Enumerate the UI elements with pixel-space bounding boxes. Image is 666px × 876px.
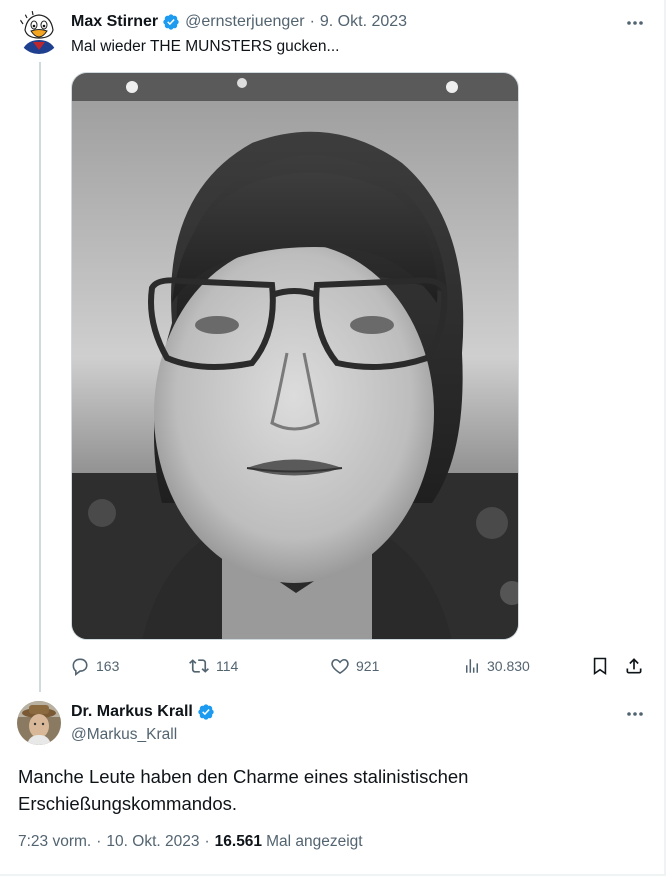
views-count: 30.830 — [487, 658, 530, 674]
thread-line — [39, 62, 41, 692]
tweet-date[interactable]: 9. Okt. 2023 — [320, 13, 407, 31]
share-icon — [626, 658, 642, 674]
man-with-hat-avatar — [17, 701, 61, 745]
retweet-icon — [189, 659, 209, 673]
cartoon-duck-avatar — [17, 10, 61, 54]
verified-badge-icon — [197, 703, 215, 721]
portrait-image — [72, 73, 518, 639]
bookmark-button[interactable] — [590, 652, 610, 680]
reply-button[interactable]: 163 — [70, 652, 119, 680]
separator-dot: · — [204, 833, 210, 850]
author-handle[interactable]: @ernsterjuenger — [185, 13, 304, 31]
bookmark-icon — [593, 657, 607, 676]
view-count: 16.561 — [214, 833, 263, 850]
separator-dot: · — [96, 833, 102, 850]
like-button[interactable]: 921 — [330, 652, 379, 680]
views-button[interactable]: 30.830 — [463, 652, 530, 680]
tweet-time[interactable]: 7:23 vorm. — [18, 833, 91, 851]
views-icon — [466, 659, 478, 673]
author-name[interactable]: Max Stirner — [71, 13, 158, 31]
tweet-text-line-1: Manche Leute haben den Charme eines stal… — [18, 766, 469, 787]
tweet-text: Mal wieder THE MUNSTERS gucken... — [71, 38, 340, 55]
more-icon[interactable] — [623, 13, 647, 33]
author-name[interactable]: Dr. Markus Krall — [71, 703, 193, 721]
retweet-count: 114 — [216, 658, 239, 674]
avatar[interactable] — [17, 10, 61, 54]
share-button[interactable] — [624, 652, 644, 680]
tweet-date[interactable]: 10. Okt. 2023 — [106, 833, 199, 851]
retweet-button[interactable]: 114 — [188, 652, 238, 680]
tweet-text: Manche Leute haben den Charme eines stal… — [18, 763, 618, 817]
reply-icon — [72, 658, 88, 676]
heart-icon — [331, 658, 349, 675]
reply-count: 163 — [96, 658, 120, 674]
separator-dot: · — [309, 13, 315, 30]
like-count: 921 — [356, 658, 380, 674]
tweet-meta: 7:23 vorm. · 10. Okt. 2023 · 16.561 Mal … — [18, 833, 363, 851]
view-count-label: Mal angezeigt — [266, 833, 363, 850]
tweet-actions: 163 114 921 30.830 — [70, 652, 650, 680]
author-handle[interactable]: @Markus_Krall — [71, 726, 177, 744]
verified-badge-icon — [162, 13, 180, 31]
tweet-text-line-2: Erschießungskommandos. — [18, 793, 238, 814]
tweet2-header: Dr. Markus Krall — [71, 703, 215, 721]
more-icon[interactable] — [623, 704, 647, 724]
tweet1-header: Max Stirner @ernsterjuenger · 9. Okt. 20… — [71, 13, 407, 31]
tweet-photo[interactable] — [71, 72, 519, 640]
avatar[interactable] — [17, 701, 61, 745]
